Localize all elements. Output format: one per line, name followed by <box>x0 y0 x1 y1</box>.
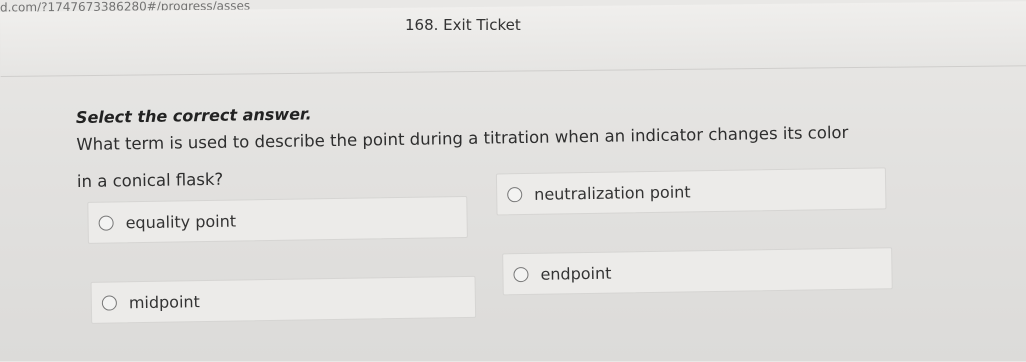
answer-option-equality-point[interactable]: equality point <box>87 195 468 244</box>
answer-option-endpoint[interactable]: endpoint <box>502 247 893 296</box>
radio-button-icon[interactable] <box>101 294 117 311</box>
option-label: endpoint <box>540 263 612 284</box>
radio-button-icon[interactable] <box>507 186 523 202</box>
radio-button-icon[interactable] <box>98 214 114 231</box>
radio-button-icon[interactable] <box>513 266 529 282</box>
option-label: equality point <box>125 211 237 232</box>
answer-option-midpoint[interactable]: midpoint <box>90 275 477 324</box>
option-label: neutralization point <box>534 181 691 204</box>
answer-option-neutralization-point[interactable]: neutralization point <box>495 167 887 216</box>
question-panel: Select the correct answer. What term is … <box>0 0 1026 362</box>
option-label: midpoint <box>128 291 201 312</box>
